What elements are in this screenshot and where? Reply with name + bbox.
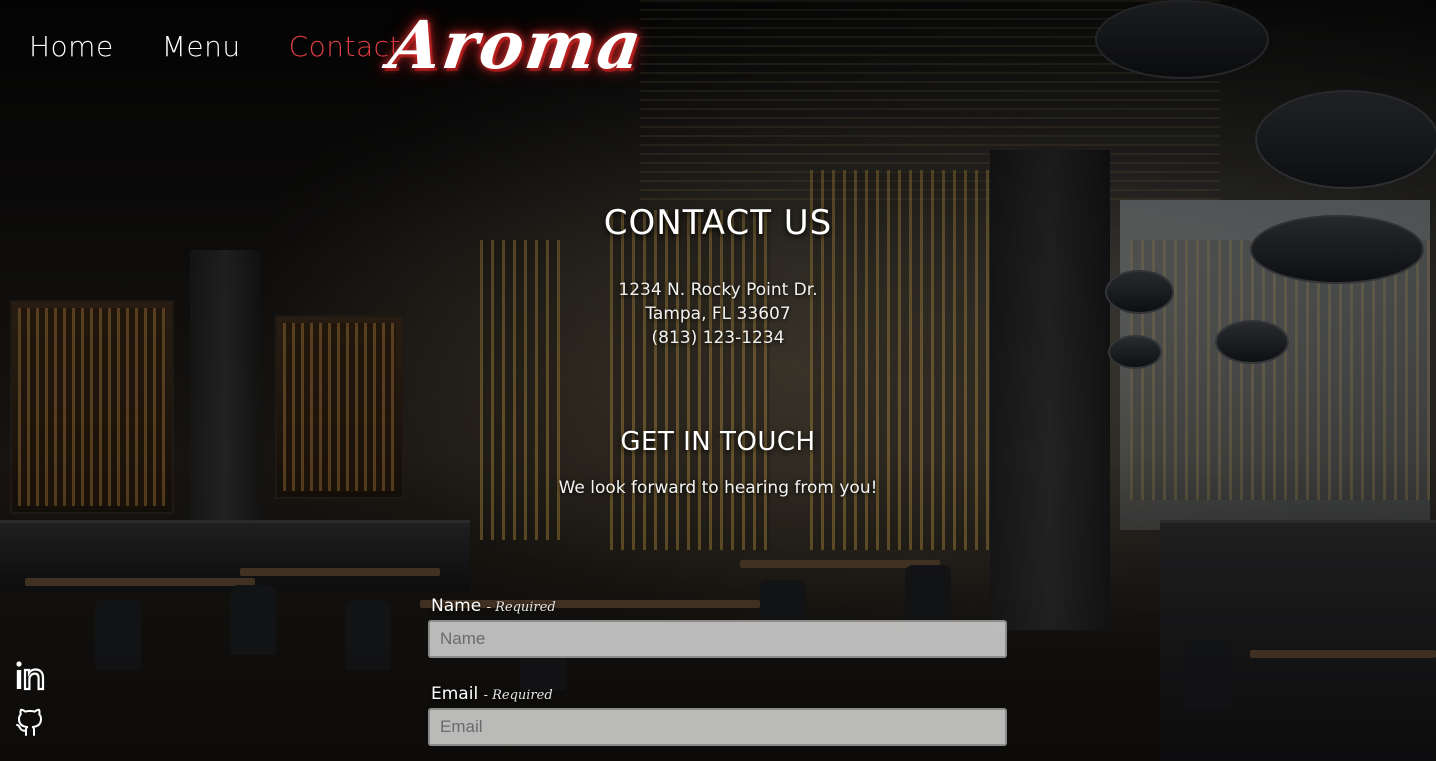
contact-form: Name - Required Email - Required: [428, 596, 1008, 761]
address-street: 1234 N. Rocky Point Dr.: [618, 280, 818, 300]
email-label-text: Email: [431, 684, 479, 704]
linkedin-icon: [16, 661, 45, 691]
email-input[interactable]: [428, 708, 1007, 746]
address-city: Tampa, FL 33607: [645, 304, 791, 324]
email-required-note: - Required: [483, 688, 553, 703]
social-links: [14, 660, 46, 738]
name-field-group: Name - Required: [428, 596, 1008, 658]
address-block: 1234 N. Rocky Point Dr. Tampa, FL 33607 …: [0, 278, 1436, 350]
name-label: Name - Required: [431, 596, 1008, 616]
github-icon: [16, 708, 42, 736]
phone-number: (813) 123-1234: [651, 328, 785, 348]
name-required-note: - Required: [486, 600, 556, 615]
page: Home Menu Contact Aroma CONTACT US 1234 …: [0, 0, 1436, 761]
aroma-logo[interactable]: Aroma: [385, 6, 649, 84]
nav-home[interactable]: Home: [29, 30, 114, 63]
linkedin-link[interactable]: [14, 660, 46, 692]
nav-contact[interactable]: Contact: [289, 30, 401, 63]
get-in-touch-subtitle: We look forward to hearing from you!: [558, 478, 878, 498]
name-input[interactable]: [428, 620, 1007, 658]
contact-heading: CONTACT US: [603, 203, 833, 243]
nav-menu[interactable]: Menu: [162, 30, 241, 63]
email-label: Email - Required: [431, 684, 1008, 704]
github-link[interactable]: [14, 706, 46, 738]
email-field-group: Email - Required: [428, 684, 1008, 746]
main-nav: Home Menu Contact: [29, 30, 401, 63]
name-label-text: Name: [431, 596, 482, 616]
get-in-touch-heading: GET IN TOUCH: [620, 427, 816, 457]
